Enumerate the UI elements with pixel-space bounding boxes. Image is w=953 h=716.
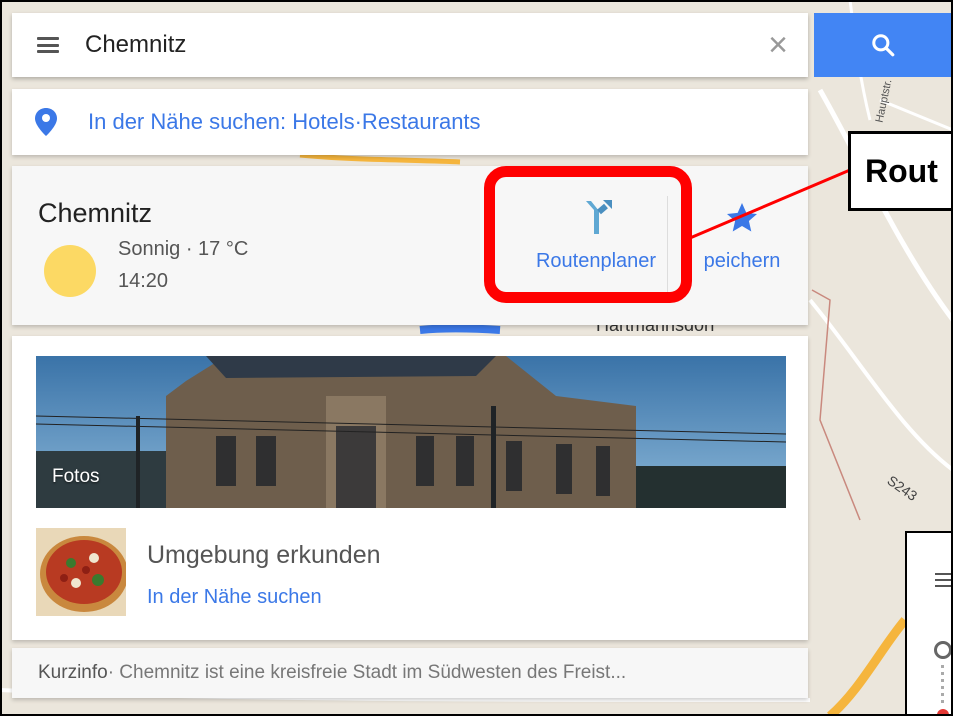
sun-icon [44, 245, 96, 297]
location-pin-icon [35, 108, 57, 136]
photos-label: Fotos [52, 466, 100, 487]
pizza-image [36, 528, 126, 616]
nearby-suggestion[interactable]: In der Nähe suchen: Hotels·Restaurants [12, 89, 808, 155]
mini-menu-icon[interactable] [935, 573, 953, 587]
callout-box: Rout [848, 131, 953, 211]
explore-thumbnail[interactable] [36, 528, 126, 616]
time-text: 14:20 [118, 270, 169, 292]
save-button[interactable]: peichern [672, 186, 812, 296]
search-icon [872, 34, 895, 57]
explore-title: Umgebung erkunden [147, 541, 381, 569]
place-detail-card: Fotos Umgebung erkunden In der Nähe such… [12, 336, 808, 640]
route-planner-highlight [484, 166, 692, 303]
building-photo-image [36, 356, 786, 508]
short-info-bar[interactable]: Kurzinfo · Chemnitz ist eine kreisfreie … [12, 648, 808, 698]
short-info-text: · Chemnitz ist eine kreisfreie Stadt im … [107, 662, 627, 683]
nearby-suggestion-text[interactable]: In der Nähe suchen: Hotels·Restaurants [88, 109, 481, 135]
secondary-panel [905, 531, 953, 716]
search-button[interactable] [814, 13, 953, 77]
route-start-icon [934, 641, 952, 659]
weather-text: Sonnig · 17 °C [118, 238, 249, 260]
save-label: peichern [703, 250, 781, 272]
route-dots [941, 665, 944, 705]
close-icon[interactable]: × [748, 13, 808, 77]
route-end-icon [937, 709, 949, 716]
search-input[interactable] [85, 31, 748, 59]
hamburger-menu-icon[interactable] [37, 37, 59, 53]
place-title: Chemnitz [38, 198, 153, 228]
callout-text: Rout [865, 152, 938, 189]
star-icon [727, 203, 757, 232]
place-photo[interactable]: Fotos [36, 356, 786, 508]
explore-nearby-link[interactable]: In der Nähe suchen [147, 586, 322, 609]
short-info-label: Kurzinfo [38, 662, 108, 683]
search-box: × [12, 13, 808, 77]
